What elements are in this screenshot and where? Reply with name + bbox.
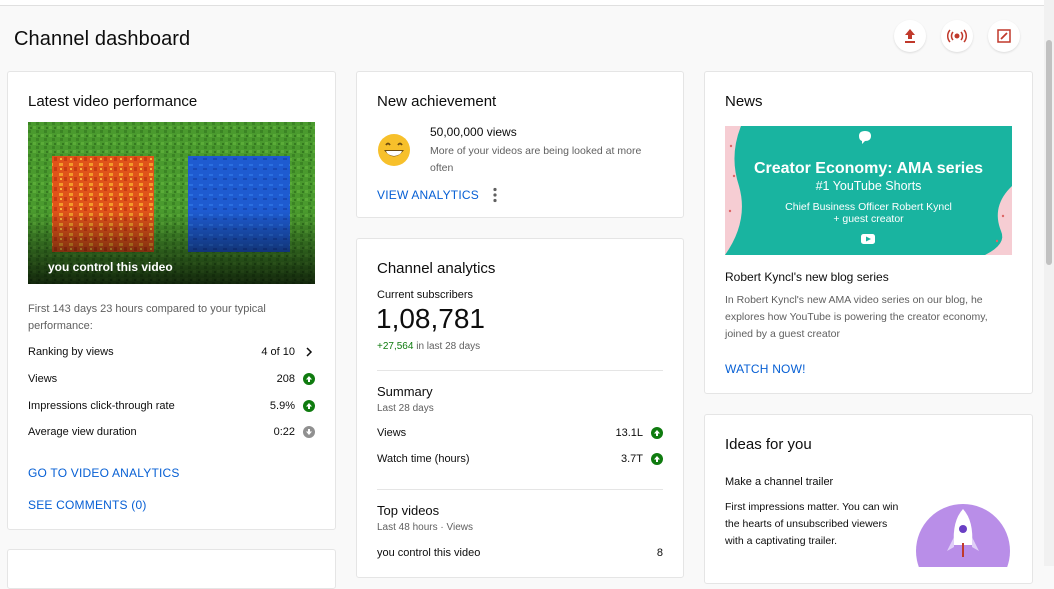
row-label: Watch time (hours) (377, 453, 470, 465)
row-value: 3.7T (620, 453, 643, 465)
subscribers-change-suffix: in last 28 days (413, 341, 481, 352)
video-thumbnail[interactable]: you control this video (28, 122, 315, 284)
row-label: Ranking by views (28, 346, 114, 358)
chevron-right-icon[interactable] (303, 346, 315, 358)
idea-text: First impressions matter. You can win th… (725, 501, 899, 547)
neutral-indicator-icon (303, 426, 315, 438)
summary-period: Last 28 days (377, 403, 434, 414)
go-to-video-analytics-link[interactable]: GO TO VIDEO ANALYTICS (28, 466, 180, 480)
row-value: 4 of 10 (261, 346, 295, 358)
rocket-icon (916, 504, 1010, 567)
achievement-headline: 50,00,000 views (430, 125, 517, 139)
channel-analytics-card: Channel analytics Current subscribers 1,… (356, 238, 684, 578)
row-value: 208 (276, 373, 295, 385)
more-options-icon[interactable] (492, 187, 498, 203)
next-card (7, 549, 336, 589)
avg-view-duration-row: Average view duration 0:22 (28, 426, 315, 442)
banner-line-1: Chief Business Officer Robert Kyncl (785, 201, 952, 213)
summary-watch-time-row: Watch time (hours) 3.7T (377, 453, 663, 469)
article-text: In Robert Kyncl's new AMA video series o… (725, 294, 988, 340)
live-icon (947, 29, 967, 43)
views-row: Views 208 (28, 373, 315, 389)
row-label: you control this video (377, 547, 481, 559)
card-title: News (725, 93, 763, 110)
thumbnail-caption: you control this video (48, 260, 173, 274)
row-label: Views (377, 427, 407, 439)
row-value: 13.1L (615, 427, 643, 439)
watch-now-link[interactable]: WATCH NOW! (725, 362, 806, 376)
ideas-card: Ideas for you Make a channel trailer Fir… (704, 414, 1033, 584)
divider (377, 489, 663, 490)
create-post-icon (997, 29, 1011, 43)
subscribers-change: +27,564 in last 28 days (377, 341, 480, 352)
news-banner[interactable]: Creator Economy: AMA series #1 YouTube S… (725, 126, 1012, 255)
arrow-up-icon (303, 373, 315, 385)
article-title: Robert Kyncl's new blog series (725, 270, 889, 284)
card-title: Channel analytics (377, 260, 496, 277)
subscribers-value: 1,08,781 (376, 303, 485, 334)
summary-views-row: Views 13.1L (377, 427, 663, 443)
banner-title: Creator Economy: AMA series (753, 160, 984, 177)
create-post-button[interactable] (988, 20, 1020, 52)
summary-title: Summary (377, 384, 433, 399)
ctr-row: Impressions click-through rate 5.9% (28, 400, 315, 416)
row-label: Impressions click-through rate (28, 400, 175, 412)
view-analytics-link[interactable]: VIEW ANALYTICS (377, 188, 479, 202)
card-title: Ideas for you (725, 436, 812, 453)
news-card: News Creator Economy: AMA series #1 YouT… (704, 71, 1033, 394)
go-live-button[interactable] (941, 20, 973, 52)
row-value: 5.9% (269, 400, 295, 412)
top-videos-period: Last 48 hours · Views (377, 522, 473, 533)
upload-icon (905, 29, 915, 43)
divider (377, 370, 663, 371)
top-video-row[interactable]: you control this video 8 (377, 547, 663, 563)
top-edge (0, 0, 1054, 6)
subscribers-label: Current subscribers (377, 289, 473, 301)
banner-subtitle: #1 YouTube Shorts (815, 179, 922, 193)
ranking-row[interactable]: Ranking by views 4 of 10 (28, 346, 315, 362)
row-label: Views (28, 373, 58, 385)
idea-title: Make a channel trailer (725, 476, 834, 488)
scrollbar-thumb[interactable] (1046, 40, 1052, 265)
arrow-up-icon (303, 400, 315, 412)
latest-video-card: Latest video performance you control thi… (7, 71, 336, 530)
top-videos-title: Top videos (377, 503, 440, 518)
card-title: New achievement (377, 93, 497, 110)
see-comments-link[interactable]: SEE COMMENTS (0) (28, 498, 147, 512)
comparison-text: First 143 days 23 hours compared to your… (28, 303, 266, 332)
arrow-up-icon (651, 453, 663, 465)
subscribers-change-value: +27,564 (377, 341, 414, 352)
upload-button[interactable] (894, 20, 926, 52)
page-title: Channel dashboard (14, 28, 191, 50)
grinning-face-icon (378, 134, 410, 166)
card-title: Latest video performance (28, 93, 198, 110)
achievement-description: More of your videos are being looked at … (430, 145, 642, 174)
banner-line-2: + guest creator (833, 213, 904, 225)
achievement-card: New achievement 50,00,000 views More of … (356, 71, 684, 218)
row-value: 0:22 (273, 426, 295, 438)
row-label: Average view duration (28, 426, 137, 438)
arrow-up-icon (651, 427, 663, 439)
row-value: 8 (656, 547, 663, 559)
